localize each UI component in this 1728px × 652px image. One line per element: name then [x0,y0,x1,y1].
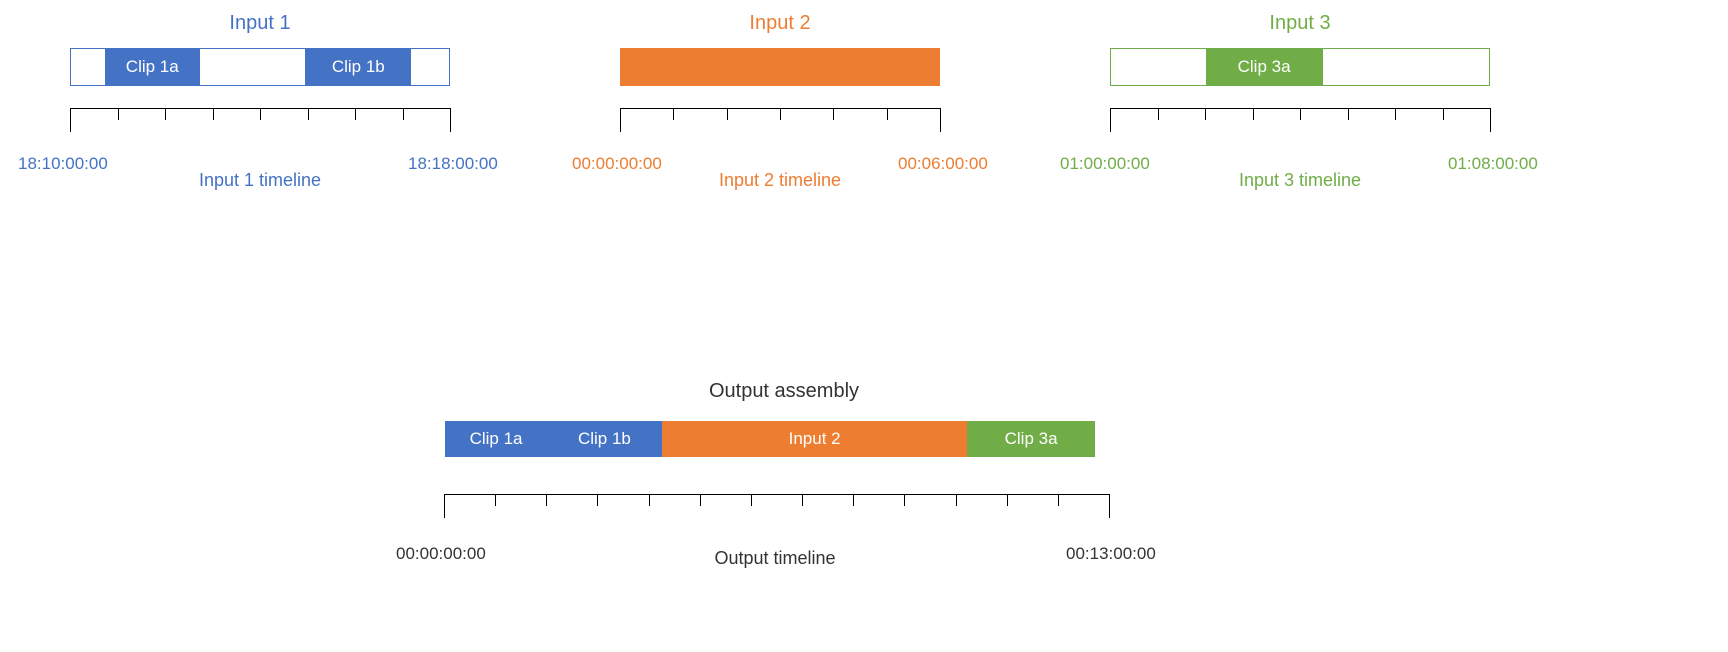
output-seg-clip1a: Clip 1a [445,421,547,457]
input1-clip-1b: Clip 1b [305,49,411,85]
output-start-tc: 00:00:00:00 [396,544,486,564]
input3-title: Input 3 [1110,12,1490,35]
output-end-tc: 00:13:00:00 [1066,544,1156,564]
output-ruler [444,494,1109,518]
input2-ruler [620,108,940,132]
output-title: Output assembly [444,380,1124,403]
input1-track: Clip 1a Clip 1b [70,48,450,86]
input2-track [620,48,940,86]
input1-end-tc: 18:18:00:00 [408,154,498,174]
input3-start-tc: 01:00:00:00 [1060,154,1150,174]
input3-clip-3a: Clip 3a [1206,49,1323,85]
input1-title: Input 1 [70,12,450,35]
input3-track: Clip 3a [1110,48,1490,86]
input2-end-tc: 00:06:00:00 [898,154,988,174]
output-seg-input2: Input 2 [662,421,968,457]
output-timeline-label: Output timeline [665,548,885,569]
input3-ruler [1110,108,1490,132]
input1-clip-1a: Clip 1a [105,49,200,85]
input2-start-tc: 00:00:00:00 [572,154,662,174]
input1-start-tc: 18:10:00:00 [18,154,108,174]
input3-end-tc: 01:08:00:00 [1448,154,1538,174]
input1-timeline-label: Input 1 timeline [150,170,370,191]
input3-timeline-label: Input 3 timeline [1190,170,1410,191]
output-seg-clip3a: Clip 3a [967,421,1094,457]
output-seg-clip1b: Clip 1b [547,421,662,457]
input2-title: Input 2 [620,12,940,35]
input2-timeline-label: Input 2 timeline [670,170,890,191]
input1-ruler [70,108,450,132]
output-track: Clip 1a Clip 1b Input 2 Clip 3a [444,420,1109,458]
